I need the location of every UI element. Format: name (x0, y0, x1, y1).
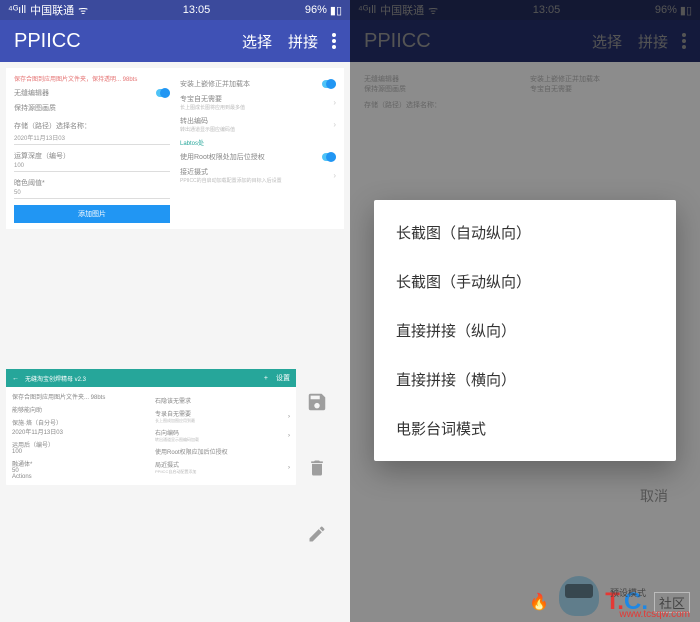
save-icon[interactable] (304, 389, 330, 415)
select-button[interactable]: 选择 (242, 31, 272, 52)
fire-icon (529, 588, 553, 616)
toggle-icon (322, 80, 336, 88)
carrier-label: 中国联通 (30, 2, 74, 18)
signal-icon: ⁴ᴳıll (8, 4, 26, 16)
overflow-menu-icon[interactable] (332, 33, 336, 49)
helmet-icon (559, 576, 599, 616)
back-arrow-icon: ← (12, 375, 19, 382)
stitch-button[interactable]: 拼接 (288, 31, 318, 52)
side-toolbar (304, 389, 344, 547)
preview-area: 保存合图到应用图片文件夹，保持透明... 98bts 无缝编辑器 保持源图画质 … (0, 62, 350, 622)
wifi-icon: ᯤ (78, 3, 88, 18)
chevron-right-icon: › (333, 98, 336, 107)
settings-label: 设置 (276, 373, 290, 383)
add-image-button: 添加图片 (14, 205, 170, 223)
toggle-icon (322, 153, 336, 161)
chevron-right-icon: › (333, 120, 336, 129)
app-title: PPIICC (14, 30, 226, 53)
menu-item-manual-vertical[interactable]: 长截图（手动纵向） (374, 257, 676, 306)
settings-preview-top: 保存合图到应用图片文件夹，保持透明... 98bts 无缝编辑器 保持源图画质 … (6, 68, 344, 229)
status-time: 13:05 (88, 4, 305, 16)
menu-item-auto-vertical[interactable]: 长截图（自动纵向） (374, 208, 676, 257)
chevron-right-icon: › (333, 171, 336, 180)
status-bar: ⁴ᴳıll 中国联通 ᯤ 13:05 96% ▮▯ (0, 0, 350, 20)
watermark-url: www.tcsqw.com (619, 609, 690, 620)
cancel-button[interactable]: 取消 (640, 486, 668, 506)
toggle-icon (156, 89, 170, 97)
menu-item-direct-vertical[interactable]: 直接拼接（纵向） (374, 306, 676, 355)
delete-icon[interactable] (304, 455, 330, 481)
plus-icon: + (264, 375, 268, 382)
stitch-mode-dialog: 长截图（自动纵向） 长截图（手动纵向） 直接拼接（纵向） 直接拼接（横向） 电影… (374, 200, 676, 461)
app-bar: PPIICC 选择 拼接 (0, 20, 350, 62)
edit-icon[interactable] (304, 521, 330, 547)
battery-icon: ▮▯ (330, 4, 342, 17)
settings-preview-card: ← 无缝淘宝创焊精母 v2.3 + 设置 保存合图到应用图片文件夹... 98b… (6, 369, 296, 485)
menu-item-movie-subtitle[interactable]: 电影台词模式 (374, 404, 676, 453)
battery-percent: 96% (305, 4, 327, 16)
menu-item-direct-horizontal[interactable]: 直接拼接（横向） (374, 355, 676, 404)
